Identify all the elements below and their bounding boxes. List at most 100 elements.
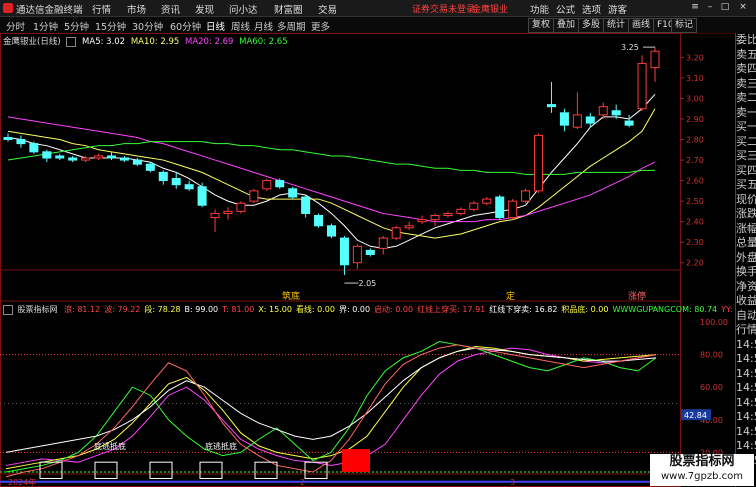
- tab-weekly[interactable]: 周线: [231, 19, 250, 33]
- candle-body[interactable]: [339, 237, 349, 266]
- dropdown-icon[interactable]: [66, 36, 77, 47]
- candle-body[interactable]: [326, 225, 337, 237]
- candle-body[interactable]: [546, 104, 556, 108]
- menu-item-market[interactable]: 市场: [127, 2, 146, 16]
- menu-item-trade[interactable]: 交易: [318, 2, 337, 16]
- indicator-title[interactable]: 股票指标网: [18, 305, 58, 314]
- tab-multi-period[interactable]: 多周期: [277, 19, 306, 33]
- tab-15min[interactable]: 15分钟: [95, 19, 126, 33]
- candle-body[interactable]: [29, 143, 39, 153]
- candle-body[interactable]: [275, 180, 285, 188]
- candle-body[interactable]: [456, 208, 466, 214]
- candle-body[interactable]: [262, 180, 272, 190]
- menu-icon[interactable]: ≡: [690, 2, 700, 13]
- candle-body[interactable]: [443, 212, 453, 216]
- stats-button[interactable]: 统计: [603, 18, 630, 33]
- candle-body[interactable]: [365, 249, 375, 256]
- menu-item-formula[interactable]: 公式: [556, 2, 575, 16]
- candle-body[interactable]: [210, 212, 220, 219]
- candle-body[interactable]: [430, 215, 440, 221]
- menu-item-quotes[interactable]: 行情: [92, 2, 111, 16]
- tab-daily[interactable]: 日线: [206, 19, 225, 33]
- candle-body[interactable]: [611, 110, 621, 116]
- candle-body[interactable]: [42, 151, 52, 159]
- tab-monthly[interactable]: 月线: [254, 19, 273, 33]
- close-icon[interactable]: ×: [738, 2, 748, 13]
- candle-body[interactable]: [171, 178, 181, 186]
- candle-body[interactable]: [598, 106, 608, 116]
- candle-body[interactable]: [16, 139, 26, 145]
- candle-body[interactable]: [495, 196, 505, 219]
- candle-body[interactable]: [3, 136, 13, 141]
- candle-body[interactable]: [145, 163, 155, 171]
- osc-white: [5, 347, 657, 453]
- candle-body[interactable]: [534, 134, 544, 192]
- candle-body[interactable]: [469, 202, 479, 210]
- candle-body[interactable]: [197, 186, 207, 206]
- candle-body[interactable]: [94, 155, 104, 159]
- candle-body[interactable]: [585, 116, 595, 124]
- candle-body[interactable]: [81, 157, 91, 161]
- side-label-11: 现价: [736, 192, 756, 206]
- candle-body[interactable]: [572, 114, 582, 128]
- candle-body[interactable]: [352, 245, 362, 264]
- stock-tag[interactable]: 金鹰银业: [472, 2, 508, 15]
- candle-body[interactable]: [249, 190, 259, 202]
- login-notice[interactable]: 证券交易未登录: [412, 2, 475, 15]
- candle-body[interactable]: [158, 171, 168, 182]
- candle-body[interactable]: [119, 157, 129, 161]
- candle-body[interactable]: [184, 184, 194, 190]
- side-label-18: 收益: [736, 294, 756, 307]
- candle-body[interactable]: [391, 227, 401, 239]
- multi-stock-button[interactable]: 多股: [578, 18, 605, 33]
- candle-body[interactable]: [55, 155, 65, 159]
- indicator-field-1: 波: 79.22: [104, 305, 141, 314]
- menu-item-wealth[interactable]: 财富圈: [274, 2, 303, 16]
- candle-body[interactable]: [314, 215, 324, 227]
- candle-body[interactable]: [417, 219, 427, 223]
- candle-body[interactable]: [236, 202, 246, 212]
- tab-60min[interactable]: 60分钟: [170, 19, 201, 33]
- draw-button[interactable]: 画线: [628, 18, 655, 33]
- candle-body[interactable]: [288, 188, 298, 198]
- side-label-8: 买三: [736, 149, 756, 162]
- indicator-field-0: 浪: 81.12: [64, 305, 101, 314]
- indicator-settings-icon[interactable]: [3, 304, 13, 315]
- candle-body[interactable]: [68, 157, 78, 161]
- candle-body[interactable]: [107, 155, 117, 159]
- tab-1min[interactable]: 1分钟: [33, 19, 58, 33]
- candle-body[interactable]: [404, 225, 414, 229]
- minimize-icon[interactable]: –: [705, 2, 715, 13]
- candle-body[interactable]: [508, 200, 518, 219]
- maximize-icon[interactable]: □: [720, 2, 730, 13]
- side-label-24: 14:5: [736, 381, 756, 394]
- menu-item-function[interactable]: 功能: [530, 2, 549, 16]
- ma10-label: MA10: 2.95: [130, 37, 180, 47]
- candle-body[interactable]: [650, 50, 660, 69]
- menu-item-discover[interactable]: 发现: [195, 2, 214, 16]
- menu-item-ask[interactable]: 问小达: [229, 2, 258, 16]
- tab-more[interactable]: 更多: [311, 19, 330, 33]
- candle-body[interactable]: [624, 120, 634, 126]
- red-signal-block: [342, 449, 370, 472]
- tab-30min[interactable]: 30分钟: [132, 19, 163, 33]
- buy-label-0: 底逃抵底: [94, 441, 126, 451]
- candle-body[interactable]: [223, 210, 233, 214]
- tab-5min[interactable]: 5分钟: [64, 19, 89, 33]
- candle-body[interactable]: [301, 196, 311, 214]
- candle-body[interactable]: [482, 198, 492, 204]
- signal-tag-0: 筑底: [282, 290, 300, 302]
- menu-item-options[interactable]: 选项: [582, 2, 601, 16]
- candle-body[interactable]: [637, 63, 647, 110]
- overlay-button[interactable]: 叠加: [553, 18, 580, 33]
- kline-chart[interactable]: 3.20 3.10 3.00 2.90 2.80 2.70 2.60 2.50 2.40 2.30…: [0, 33, 735, 487]
- candle-body[interactable]: [378, 237, 388, 249]
- candle-body[interactable]: [559, 112, 569, 126]
- candle-body[interactable]: [521, 190, 531, 202]
- tab-timeshare[interactable]: 分时: [6, 19, 25, 33]
- candle-body[interactable]: [132, 159, 142, 165]
- adjust-button[interactable]: 复权: [528, 18, 555, 33]
- menu-item-news[interactable]: 资讯: [161, 2, 180, 16]
- mark-button[interactable]: 标记: [671, 18, 698, 33]
- guest-user[interactable]: 游客: [608, 2, 627, 16]
